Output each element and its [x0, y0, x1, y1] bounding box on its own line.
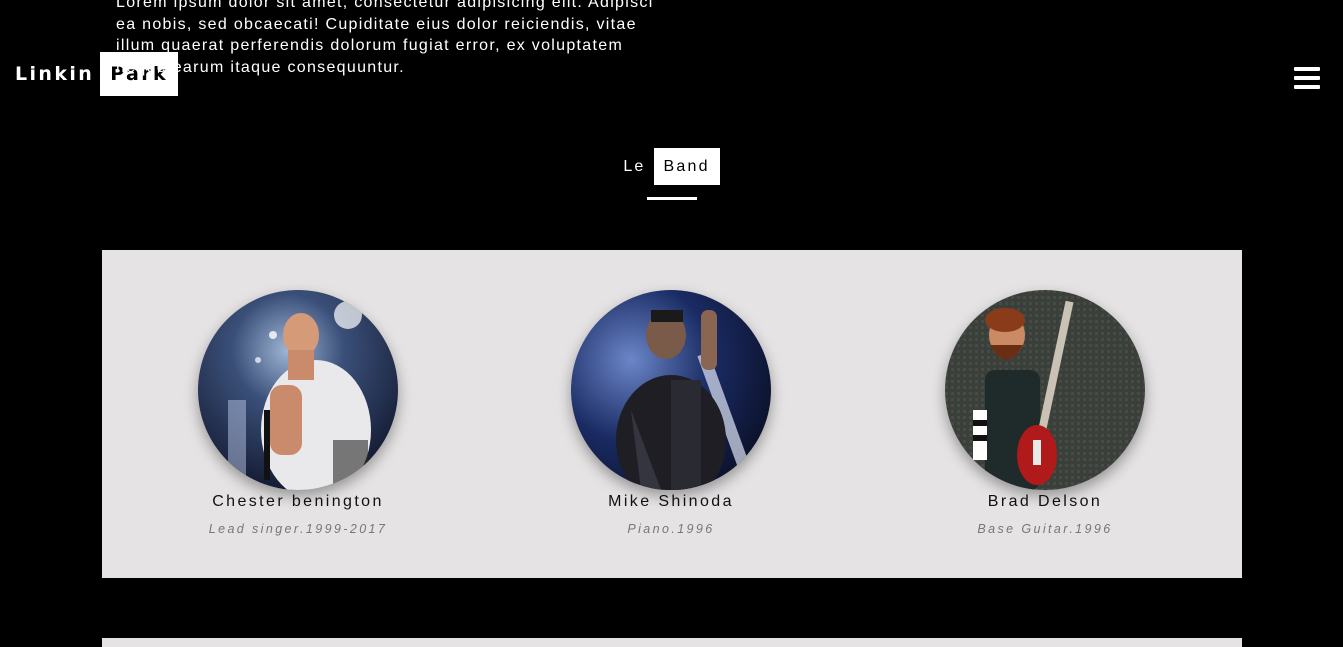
member-name: Mike Shinoda: [608, 493, 734, 510]
member-photo: [198, 290, 398, 490]
hamburger-icon[interactable]: [1294, 67, 1320, 89]
member-name: Chester benington: [212, 493, 384, 510]
member-card-chester: Chester benington Lead singer.1999-2017: [148, 290, 448, 536]
member-role: Base Guitar.1996: [977, 522, 1113, 536]
hamburger-bar: [1294, 67, 1320, 71]
logo-first-word: Linkin: [15, 63, 95, 85]
member-card-mike: Mike Shinoda Piano.1996: [521, 290, 821, 536]
member-role: Lead singer.1999-2017: [208, 522, 388, 536]
band-panel: Chester benington Lead singer.1999-2017: [102, 250, 1242, 578]
performer-photo-icon: [571, 290, 771, 490]
member-photo: [945, 290, 1145, 490]
member-photo: [571, 290, 771, 490]
member-card-brad: Brad Delson Base Guitar.1996: [895, 290, 1195, 536]
page: Lorem ipsum dolor sit amet, consectetur …: [0, 0, 1343, 647]
hamburger-bar: [1294, 76, 1320, 80]
singer-photo-icon: [198, 290, 398, 490]
section-title-second: Band: [653, 148, 720, 185]
section-title: Le Band: [0, 148, 1343, 185]
section-title-first: Le: [623, 157, 646, 175]
hamburger-bar: [1294, 85, 1320, 89]
guitarist-photo-icon: [945, 290, 1145, 490]
next-panel: [102, 638, 1242, 647]
intro-paragraph: Lorem ipsum dolor sit amet, consectetur …: [116, 0, 654, 76]
member-name: Brad Delson: [987, 493, 1103, 510]
section-title-underline: [647, 197, 697, 200]
member-role: Piano.1996: [627, 522, 715, 536]
